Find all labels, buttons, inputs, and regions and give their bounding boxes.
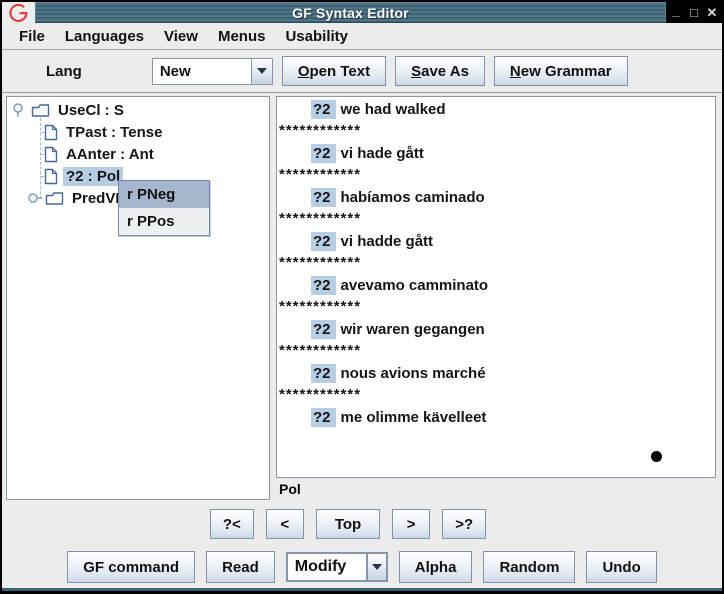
translation-line-norwegian: ?2vi hadde gått (277, 231, 715, 253)
tree-node-label-selected[interactable]: AAnter : Ant (63, 145, 157, 164)
metavariable-token: ?2 (311, 232, 336, 251)
window-title: GF Syntax Editor (292, 5, 409, 21)
translation-line-english: ?2we had walked (277, 99, 715, 121)
action-row: GF command Read Modify Alpha Random Undo (2, 546, 722, 588)
metavariable-token: ?2 (311, 320, 336, 339)
status-bar: Pol (276, 478, 716, 500)
translation-line-german: ?2wir waren gegangen (277, 319, 715, 341)
metavariable-token: ?2 (311, 100, 336, 119)
lang-select[interactable]: New (152, 58, 273, 85)
refinement-popup-menu: r PNeg r PPos (118, 180, 210, 236)
prev-metavariable-button[interactable]: ?< (210, 509, 254, 539)
chevron-down-icon (372, 564, 382, 570)
new-grammar-button[interactable]: New Grammar (494, 56, 628, 86)
separator-line: ************ (277, 253, 715, 275)
minimize-button[interactable]: _ (669, 2, 683, 20)
next-metavariable-button[interactable]: >? (442, 509, 486, 539)
toolbar: Lang New Open Text Save As New Grammar (2, 50, 722, 93)
popup-item-ppos[interactable]: r PPos (119, 208, 209, 235)
modify-select[interactable]: Modify (286, 552, 388, 582)
metavariable-token: ?2 (311, 276, 336, 295)
title-bar: GF Syntax Editor _ □ ✕ (2, 2, 722, 23)
metavariable-token: ?2 (311, 408, 336, 427)
tree-node-label[interactable]: UseCl : S (55, 101, 127, 120)
folder-icon (31, 103, 50, 118)
navigation-row: ?< < Top > >? (2, 502, 722, 546)
folder-icon (45, 191, 64, 206)
app-window: GF Syntax Editor _ □ ✕ File Languages Vi… (0, 0, 724, 594)
translation-line-french: ?2nous avions marché (277, 363, 715, 385)
tree-collapsed-handle-icon[interactable] (27, 192, 43, 204)
main-area: UseCl : S TPast : Tense (2, 93, 722, 502)
separator-line: ************ (277, 385, 715, 407)
lang-select-value: New (152, 58, 251, 85)
tree-node-aanter[interactable]: AAnter : Ant (7, 143, 269, 165)
document-icon (44, 124, 58, 141)
top-button[interactable]: Top (316, 509, 380, 539)
open-text-button[interactable]: Open Text (282, 56, 386, 86)
app-logo (2, 2, 35, 23)
translation-line-swedish: ?2vi hade gått (277, 143, 715, 165)
separator-line: ************ (277, 209, 715, 231)
prev-node-button[interactable]: < (266, 509, 304, 539)
tree-node-usecl[interactable]: UseCl : S (7, 99, 269, 121)
menu-view[interactable]: View (155, 26, 207, 47)
gf-logo-icon (7, 1, 31, 25)
menu-menus[interactable]: Menus (209, 26, 275, 47)
metavariable-token: ?2 (311, 364, 336, 383)
metavariable-token: ?2 (311, 144, 336, 163)
tree-node-label-selected[interactable]: ?2 : Pol (63, 167, 123, 186)
separator-line: ************ (277, 341, 715, 363)
lang-select-arrow[interactable] (251, 58, 273, 85)
random-button[interactable]: Random (483, 551, 575, 583)
document-icon (44, 168, 58, 185)
modify-select-arrow[interactable] (366, 552, 388, 582)
title-bar-gradient: GF Syntax Editor (35, 2, 666, 23)
menu-bar: File Languages View Menus Usability (2, 23, 722, 50)
black-dot-icon (651, 451, 662, 462)
separator-line: ************ (277, 121, 715, 143)
lang-label: Lang (46, 63, 82, 80)
alpha-button[interactable]: Alpha (399, 551, 473, 583)
undo-button[interactable]: Undo (586, 551, 656, 583)
menu-usability[interactable]: Usability (276, 26, 357, 47)
translation-line-spanish: ?2habíamos caminado (277, 187, 715, 209)
menu-languages[interactable]: Languages (56, 26, 153, 47)
read-button[interactable]: Read (206, 551, 275, 583)
gf-command-button[interactable]: GF command (67, 551, 195, 583)
tree-node-label[interactable]: TPast : Tense (63, 123, 165, 142)
chevron-down-icon (257, 68, 267, 74)
close-button[interactable]: ✕ (705, 4, 719, 22)
next-node-button[interactable]: > (392, 509, 430, 539)
focus-type-label: Pol (279, 481, 301, 497)
window-controls: _ □ ✕ (666, 2, 722, 23)
translation-line-italian: ?2avevamo camminato (277, 275, 715, 297)
separator-line: ************ (277, 297, 715, 319)
document-icon (44, 146, 58, 163)
linearization-text-area[interactable]: ?2we had walked ************ ?2vi hade g… (276, 96, 716, 478)
modify-select-value: Modify (286, 552, 366, 582)
tree-node-tpast[interactable]: TPast : Tense (7, 121, 269, 143)
separator-line: ************ (277, 165, 715, 187)
metavariable-token: ?2 (311, 188, 336, 207)
tree-expanded-handle-icon[interactable] (12, 102, 26, 118)
syntax-tree-panel[interactable]: UseCl : S TPast : Tense (6, 96, 270, 500)
right-panel-stack: ?2we had walked ************ ?2vi hade g… (276, 96, 716, 500)
popup-item-pneg[interactable]: r PNeg (119, 181, 209, 208)
save-as-button[interactable]: Save As (395, 56, 485, 86)
window-bottom-edge (2, 588, 722, 591)
translation-line-finnish: ?2me olimme kävelleet (277, 407, 715, 429)
maximize-button[interactable]: □ (687, 4, 701, 22)
menu-file[interactable]: File (10, 26, 54, 47)
